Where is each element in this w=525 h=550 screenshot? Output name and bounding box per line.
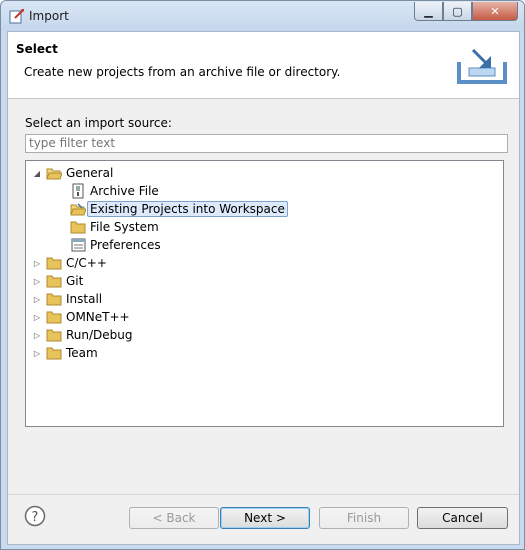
tree-item-omnetpp[interactable]: ▷ OMNeT++ <box>32 309 130 325</box>
window-title: Import <box>29 9 69 23</box>
svg-text:?: ? <box>32 510 39 525</box>
folder-icon <box>46 255 62 271</box>
window-controls: ▁ ▢ ✕ <box>414 2 518 21</box>
collapsed-arrow-icon[interactable]: ▷ <box>32 313 42 322</box>
wizard-header: Select Create new projects from an archi… <box>8 32 519 99</box>
tree-item-run-debug[interactable]: ▷ Run/Debug <box>32 327 133 343</box>
collapsed-arrow-icon[interactable]: ▷ <box>32 349 42 358</box>
archive-file-icon <box>70 183 86 199</box>
next-button[interactable]: Next > <box>220 507 310 529</box>
folder-icon <box>46 327 62 343</box>
tree-item-team[interactable]: ▷ Team <box>32 345 98 361</box>
tree-item-label: Install <box>66 292 103 306</box>
open-folder-icon <box>46 165 62 181</box>
import-wizard-icon <box>9 9 24 24</box>
expanded-arrow-icon[interactable]: ◢ <box>32 169 42 178</box>
title-bar[interactable]: Import ▁ ▢ ✕ <box>1 1 524 31</box>
tree-item-general[interactable]: ◢ General <box>32 165 113 181</box>
import-source-label: Select an import source: <box>25 116 172 130</box>
tree-item-archive-file[interactable]: Archive File <box>70 183 159 199</box>
tree-item-preferences[interactable]: Preferences <box>70 237 161 253</box>
dialog-body: Select Create new projects from an archi… <box>7 31 520 545</box>
tree-item-existing-projects[interactable]: Existing Projects into Workspace <box>70 201 288 217</box>
finish-button[interactable]: Finish <box>319 507 409 529</box>
close-button[interactable]: ✕ <box>472 2 518 21</box>
tree-item-label: Git <box>66 274 84 288</box>
import-dialog: Import ▁ ▢ ✕ Select Create new projects … <box>0 0 525 550</box>
collapsed-arrow-icon[interactable]: ▷ <box>32 277 42 286</box>
folder-icon <box>70 219 86 235</box>
tree-item-git[interactable]: ▷ Git <box>32 273 83 289</box>
tree-item-label: File System <box>90 220 159 234</box>
tree-item-install[interactable]: ▷ Install <box>32 291 102 307</box>
back-button[interactable]: < Back <box>129 507 219 529</box>
cancel-button[interactable]: Cancel <box>417 507 508 529</box>
tree-item-label: Run/Debug <box>66 328 133 342</box>
help-icon[interactable]: ? <box>24 505 46 527</box>
tree-item-label: Team <box>66 346 98 360</box>
close-icon: ✕ <box>490 4 500 18</box>
tree-item-label: Existing Projects into Workspace <box>87 201 288 217</box>
maximize-button[interactable]: ▢ <box>443 2 472 21</box>
collapsed-arrow-icon[interactable]: ▷ <box>32 259 42 268</box>
folder-icon <box>46 273 62 289</box>
tree-item-cpp[interactable]: ▷ C/C++ <box>32 255 107 271</box>
minimize-icon: ▁ <box>424 4 433 18</box>
filter-input[interactable] <box>25 134 508 153</box>
footer-divider <box>8 494 519 495</box>
tree-item-label: OMNeT++ <box>66 310 130 324</box>
tree-item-label: C/C++ <box>66 256 107 270</box>
folder-icon <box>46 309 62 325</box>
import-banner-icon <box>457 48 507 84</box>
import-source-tree[interactable]: ◢ General Archive File Existing Projects… <box>25 160 504 427</box>
tree-item-file-system[interactable]: File System <box>70 219 159 235</box>
page-title: Select <box>16 42 58 56</box>
folder-icon <box>46 291 62 307</box>
tree-item-label: General <box>66 166 114 180</box>
maximize-icon: ▢ <box>452 4 463 18</box>
tree-item-label: Preferences <box>90 238 161 252</box>
projects-folder-icon <box>70 201 86 217</box>
minimize-button[interactable]: ▁ <box>414 2 443 21</box>
collapsed-arrow-icon[interactable]: ▷ <box>32 295 42 304</box>
tree-item-label: Archive File <box>90 184 159 198</box>
preferences-icon <box>70 237 86 253</box>
folder-icon <box>46 345 62 361</box>
page-description: Create new projects from an archive file… <box>24 65 341 79</box>
collapsed-arrow-icon[interactable]: ▷ <box>32 331 42 340</box>
